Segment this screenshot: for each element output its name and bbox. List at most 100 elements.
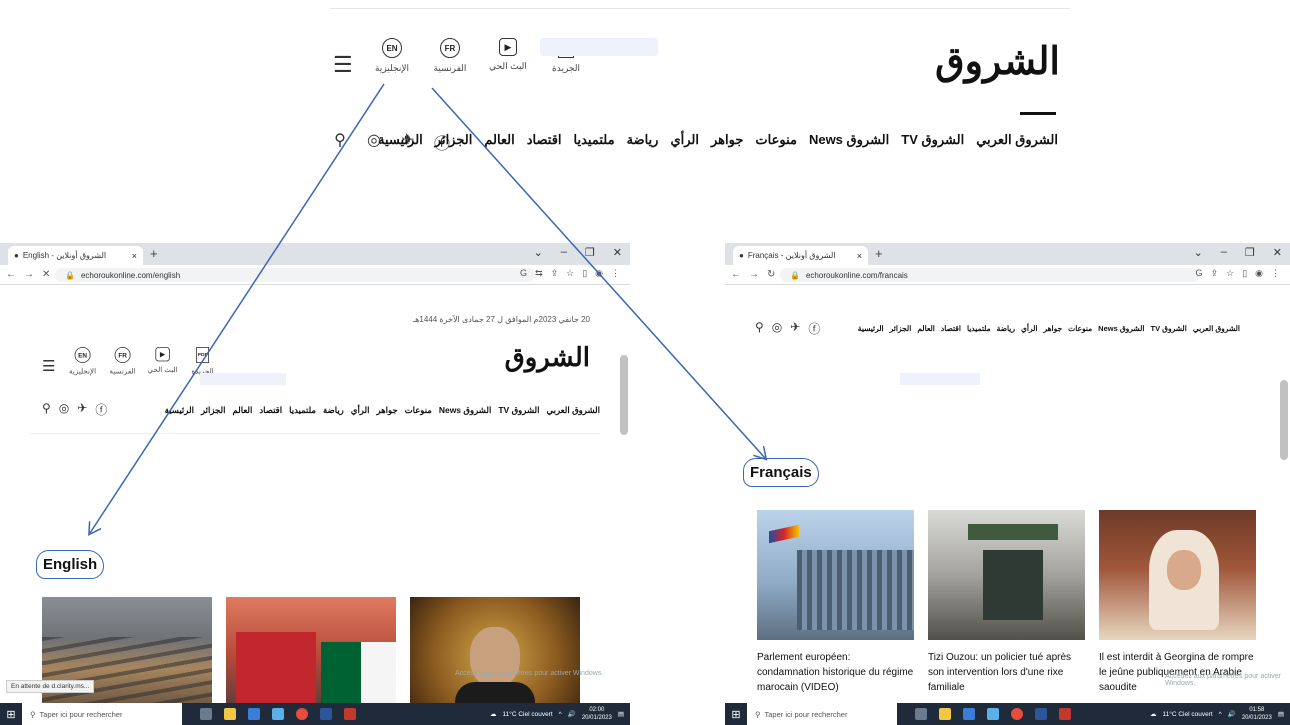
weather-text[interactable]: 11°C Ciel couvert <box>1162 711 1212 718</box>
twitter-icon[interactable]: ✈ <box>77 401 87 418</box>
pdf-reader-icon[interactable] <box>344 708 356 720</box>
nav-item[interactable]: الرأي <box>1021 324 1037 333</box>
bookmark-star-icon[interactable]: ☆ <box>1226 268 1234 279</box>
nav-item[interactable]: رياضة <box>627 132 659 148</box>
edition-french[interactable]: FR الفرنسية <box>105 347 140 376</box>
forward-icon[interactable]: → <box>24 269 34 280</box>
forward-icon[interactable]: → <box>749 269 759 280</box>
translate-icon[interactable]: ⇆ <box>535 268 543 279</box>
hamburger-menu-icon[interactable]: ☰ <box>42 357 55 375</box>
nav-item[interactable]: اقتصاد <box>527 132 562 148</box>
minimize-icon[interactable]: – <box>561 246 567 259</box>
file-explorer-icon[interactable] <box>224 708 236 720</box>
edition-english[interactable]: EN الإنجليزية <box>370 38 414 74</box>
nav-item[interactable]: الشروق TV <box>498 405 539 416</box>
close-tab-icon[interactable]: × <box>132 251 137 261</box>
mail-icon[interactable] <box>248 708 260 720</box>
nav-item[interactable]: الشروق العربي <box>976 132 1058 148</box>
menu-kebab-icon[interactable]: ⋮ <box>1271 268 1280 279</box>
section-title[interactable]: Français <box>743 458 819 487</box>
maximize-icon[interactable]: ❐ <box>585 246 595 259</box>
edition-newspaper[interactable]: PDF الجريدة <box>185 347 220 376</box>
nav-item[interactable]: الشروق News <box>1098 324 1144 333</box>
site-logo[interactable]: الشروق <box>505 343 590 373</box>
nav-item[interactable]: اقتصاد <box>941 324 961 333</box>
nav-item[interactable]: العالم <box>917 324 935 333</box>
share-icon[interactable]: ⇪ <box>1211 268 1219 279</box>
facebook-icon[interactable]: ⓕ <box>808 320 820 337</box>
article-card[interactable]: Il est interdit à Georgina de rompre le … <box>1099 510 1256 695</box>
nav-item[interactable]: ملتميديا <box>574 132 615 148</box>
article-caption[interactable]: Tizi Ouzou: un policier tué après son in… <box>928 650 1085 695</box>
nav-item[interactable]: اقتصاد <box>259 405 282 416</box>
nav-item[interactable]: الجزائر <box>435 132 473 148</box>
word-icon[interactable] <box>320 708 332 720</box>
photos-icon[interactable] <box>272 708 284 720</box>
google-icon[interactable]: G <box>1196 268 1203 279</box>
menu-kebab-icon[interactable]: ⋮ <box>611 268 620 279</box>
file-explorer-icon[interactable] <box>939 708 951 720</box>
chevron-down-icon[interactable]: ⌄ <box>534 246 543 259</box>
edition-live[interactable]: ▶ البث الحي <box>145 347 180 376</box>
nav-item[interactable]: جواهر <box>376 405 397 416</box>
scrollbar[interactable] <box>620 355 628 435</box>
search-icon[interactable]: ⚲ <box>330 130 350 154</box>
notifications-icon[interactable]: ▤ <box>1278 710 1284 718</box>
article-card[interactable] <box>226 597 396 717</box>
nav-item[interactable]: منوعات <box>1068 324 1092 333</box>
search-icon[interactable]: ⚲ <box>42 401 51 418</box>
search-icon[interactable]: ⚲ <box>755 320 764 337</box>
article-card[interactable]: Tizi Ouzou: un policier tué après son in… <box>928 510 1085 695</box>
stop-icon[interactable]: ✕ <box>42 269 50 280</box>
windows-start-icon[interactable]: ⊞ <box>725 708 747 721</box>
google-icon[interactable]: G <box>520 268 527 279</box>
edition-live[interactable]: ▶ البث الحي <box>486 38 530 74</box>
article-card[interactable]: Parlement européen: condamnation histori… <box>757 510 914 695</box>
edition-english[interactable]: EN الإنجليزية <box>65 347 100 376</box>
hamburger-menu-icon[interactable]: ☰ <box>333 52 353 78</box>
scrollbar[interactable] <box>1280 380 1288 460</box>
nav-item[interactable]: رياضة <box>323 405 344 416</box>
article-caption[interactable]: Parlement européen: condamnation histori… <box>757 650 914 695</box>
messenger-icon[interactable]: ◎ <box>59 401 69 418</box>
facebook-icon[interactable]: ⓕ <box>95 401 107 418</box>
reload-icon[interactable]: ↻ <box>767 269 775 280</box>
windows-start-icon[interactable]: ⊞ <box>0 708 22 721</box>
photos-icon[interactable] <box>987 708 999 720</box>
nav-item[interactable]: ملتميديا <box>967 324 991 333</box>
nav-item[interactable]: الشروق News <box>809 132 889 148</box>
nav-item[interactable]: الشروق TV <box>1150 324 1186 333</box>
share-icon[interactable]: ⇪ <box>551 268 559 279</box>
article-card[interactable] <box>410 597 580 717</box>
site-logo[interactable]: الشروق <box>935 38 1060 83</box>
close-window-icon[interactable]: ✕ <box>613 246 622 259</box>
minimize-icon[interactable]: – <box>1221 246 1227 259</box>
nav-item[interactable]: الشروق TV <box>901 132 964 148</box>
nav-item[interactable]: ملتميديا <box>289 405 316 416</box>
volume-icon[interactable]: 🔊 <box>568 710 576 718</box>
notifications-icon[interactable]: ▤ <box>618 710 624 718</box>
word-icon[interactable] <box>1035 708 1047 720</box>
profile-avatar-icon[interactable]: ◉ <box>595 268 603 279</box>
nav-item[interactable]: الشروق العربي <box>1193 324 1240 333</box>
nav-item[interactable]: جواهر <box>1043 324 1062 333</box>
maximize-icon[interactable]: ❐ <box>1245 246 1255 259</box>
task-view-icon[interactable] <box>915 708 927 720</box>
nav-item[interactable]: الرأي <box>351 405 370 416</box>
nav-item[interactable]: الرئيسية <box>378 132 423 148</box>
close-window-icon[interactable]: ✕ <box>1273 246 1282 259</box>
nav-item[interactable]: الرأي <box>670 132 699 148</box>
nav-item[interactable]: الرئيسية <box>858 324 884 333</box>
weather-icon[interactable]: ☁ <box>490 710 497 718</box>
taskbar-search[interactable]: ⚲ Taper ici pour rechercher <box>22 703 182 725</box>
url-field[interactable]: 🔒 echoroukonline.com/english <box>55 268 535 282</box>
new-tab-icon[interactable]: + <box>150 246 158 261</box>
back-icon[interactable]: ← <box>6 269 16 280</box>
new-tab-icon[interactable]: + <box>875 246 883 261</box>
pdf-reader-icon[interactable] <box>1059 708 1071 720</box>
nav-item[interactable]: الشروق العربي <box>547 405 600 416</box>
nav-item[interactable]: جواهر <box>711 132 743 148</box>
nav-item[interactable]: الجزائر <box>201 405 226 416</box>
edition-french[interactable]: FR الفرنسية <box>428 38 472 74</box>
messenger-icon[interactable]: ◎ <box>772 320 782 337</box>
